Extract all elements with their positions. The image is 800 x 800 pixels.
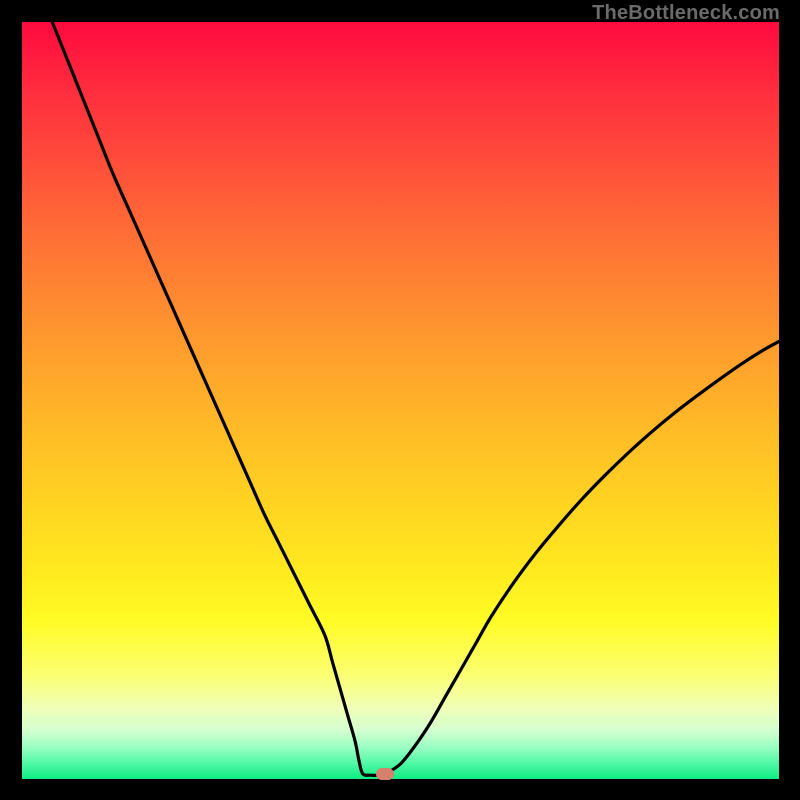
chart-root: TheBottleneck.com <box>0 0 800 800</box>
gradient-background <box>22 22 779 779</box>
attribution-label: TheBottleneck.com <box>592 2 780 25</box>
optimum-marker <box>376 768 394 780</box>
